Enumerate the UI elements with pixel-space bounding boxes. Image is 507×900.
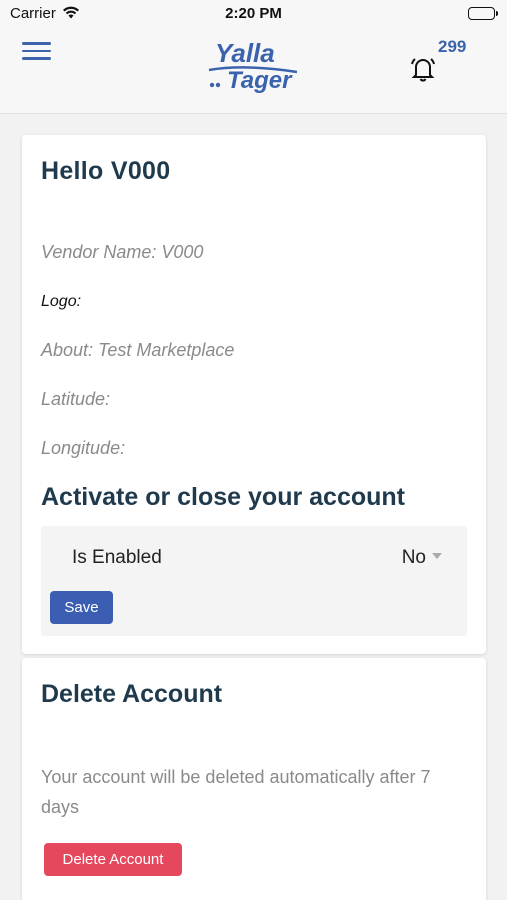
battery-icon bbox=[468, 7, 498, 20]
delete-account-title: Delete Account bbox=[41, 680, 223, 708]
save-button[interactable]: Save bbox=[50, 591, 113, 624]
clock: 2:20 PM bbox=[225, 5, 282, 22]
svg-text:Yalla: Yalla bbox=[215, 38, 275, 68]
delete-account-card: Delete Account Your account will be dele… bbox=[22, 658, 486, 900]
status-bar: Carrier 2:20 PM bbox=[0, 0, 507, 28]
greeting-title: Hello V000 bbox=[41, 157, 171, 185]
hamburger-menu-icon[interactable] bbox=[22, 42, 52, 66]
delete-account-button[interactable]: Delete Account bbox=[44, 843, 182, 876]
is-enabled-label: Is Enabled bbox=[72, 547, 162, 568]
longitude-text: Longitude: bbox=[41, 438, 126, 458]
is-enabled-select[interactable]: No bbox=[402, 547, 442, 569]
vendor-profile-card: Hello V000 Vendor Name: V000 Logo: About… bbox=[22, 135, 486, 654]
delete-account-description: Your account will be deleted automatical… bbox=[41, 767, 431, 817]
latitude-text: Latitude: bbox=[41, 389, 111, 409]
vendor-name-text: Vendor Name: V000 bbox=[41, 242, 204, 262]
is-enabled-row: Is Enabled No bbox=[41, 526, 467, 586]
about-text: About: Test Marketplace bbox=[41, 340, 235, 360]
app-header: Yalla Tager 299 bbox=[0, 28, 507, 114]
yalla-tager-logo: Yalla Tager bbox=[205, 34, 305, 94]
account-status-title: Activate or close your account bbox=[41, 483, 406, 511]
chevron-down-icon bbox=[432, 552, 442, 559]
bell-icon[interactable] bbox=[406, 52, 440, 86]
is-enabled-value: No bbox=[401, 547, 426, 568]
logo-label: Logo: bbox=[41, 293, 82, 310]
notification-count-badge: 299 bbox=[438, 37, 467, 56]
account-status-panel: Is Enabled No Save bbox=[41, 526, 467, 636]
